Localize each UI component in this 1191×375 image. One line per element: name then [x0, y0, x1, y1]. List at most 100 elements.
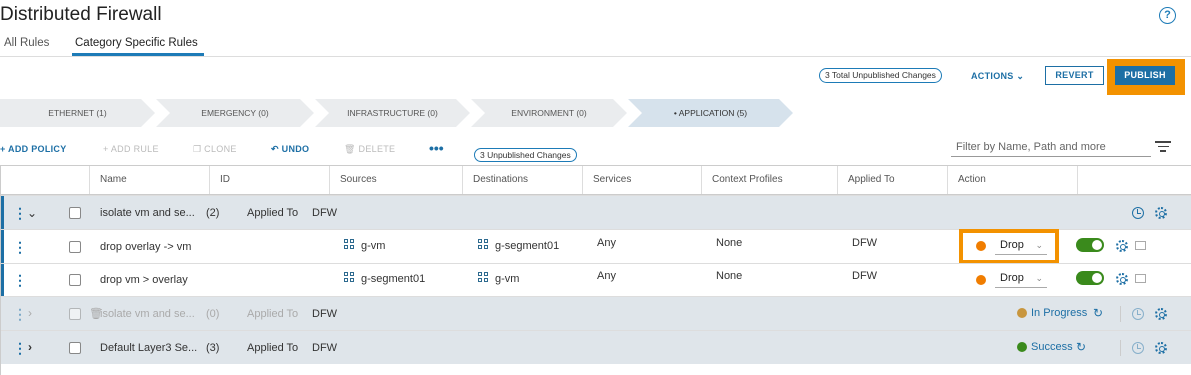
action-value: Drop [1000, 239, 1024, 251]
category-emergency[interactable]: EMERGENCY (0) [156, 99, 314, 127]
add-policy-label: ADD POLICY [8, 144, 67, 154]
context-profile-value: None [716, 237, 743, 249]
drop-status-dot [976, 275, 986, 285]
status-dot [1017, 308, 1027, 318]
group-icon [478, 239, 489, 250]
policy-rule-count: (3) [206, 342, 220, 354]
drag-handle-icon[interactable]: ⋮ [13, 340, 27, 357]
applied-to-value: DFW [852, 237, 878, 249]
category-ethernet[interactable]: ETHERNET (1) [0, 99, 155, 127]
applied-to-label: Applied To [247, 207, 299, 219]
destination-name: g-segment01 [495, 240, 560, 252]
filter-input[interactable] [951, 137, 1151, 157]
rule-name: drop overlay -> vm [100, 241, 192, 253]
row-accent [1, 230, 4, 263]
applied-to-value: DFW [312, 207, 338, 219]
add-rule-button[interactable]: + ADD RULE [103, 144, 159, 154]
add-policy-button[interactable]: + ADD POLICY [0, 144, 67, 154]
row-checkbox[interactable] [69, 342, 81, 354]
category-infrastructure[interactable]: INFRASTRUCTURE (0) [315, 99, 470, 127]
column-header-services[interactable]: Services [582, 166, 701, 194]
rule-enabled-toggle[interactable] [1076, 271, 1104, 285]
stats-icon[interactable] [1135, 274, 1146, 283]
status-text[interactable]: Success [1031, 341, 1073, 353]
row-checkbox[interactable] [69, 207, 81, 219]
undo-icon: ↶ [271, 144, 282, 154]
category-bar: ETHERNET (1) EMERGENCY (0) INFRASTRUCTUR… [0, 99, 800, 127]
row-accent [1, 196, 4, 229]
action-select[interactable]: Drop ⌄ [995, 237, 1047, 255]
rule-row[interactable]: ⋮ drop overlay -> vm g-vm g-segment01 An… [1, 229, 1191, 264]
drag-handle-icon[interactable]: ⋮ [13, 239, 27, 256]
chevron-down-icon: ⌄ [1035, 240, 1043, 250]
category-environment[interactable]: ENVIRONMENT (0) [471, 99, 627, 127]
actions-menu[interactable]: ACTIONS ⌄ [971, 71, 1024, 82]
action-select[interactable]: Drop ⌄ [995, 270, 1047, 288]
chevron-right-icon[interactable]: › [28, 340, 32, 354]
history-icon[interactable] [1132, 342, 1144, 354]
total-unpublished-badge: 3 Total Unpublished Changes [819, 68, 942, 83]
actions-label: ACTIONS [971, 71, 1014, 81]
service-value: Any [597, 237, 616, 249]
clone-button[interactable]: ❐ CLONE [193, 144, 237, 155]
tab-category-specific-rules[interactable]: Category Specific Rules [75, 37, 198, 49]
refresh-icon[interactable]: ↻ [1093, 306, 1103, 320]
policy-row[interactable]: ⋮ ⌄ isolate vm and se... (2) Applied To … [1, 195, 1191, 229]
applied-to-label: Applied To [247, 308, 299, 320]
policy-row[interactable]: ⋮ › 🗑 isolate vm and se... (0) Applied T… [1, 296, 1191, 330]
column-header-name[interactable]: Name [89, 166, 209, 194]
rule-enabled-toggle[interactable] [1076, 238, 1104, 252]
column-header-applied-to[interactable]: Applied To [837, 166, 947, 194]
group-icon [344, 239, 355, 250]
chevron-right-icon[interactable]: › [28, 306, 32, 320]
column-header-action[interactable]: Action [947, 166, 1077, 194]
column-header-sources[interactable]: Sources [329, 166, 462, 194]
column-header-context-profiles[interactable]: Context Profiles [701, 166, 837, 194]
history-icon[interactable] [1132, 308, 1144, 320]
drag-handle-icon[interactable]: ⋮ [13, 272, 27, 289]
undo-button[interactable]: ↶ UNDO [271, 144, 309, 155]
gear-icon[interactable] [1116, 273, 1128, 285]
chevron-down-icon[interactable]: ⌄ [27, 206, 37, 220]
plus-icon: + [103, 144, 111, 154]
destination-group[interactable]: g-vm [478, 272, 519, 285]
context-profile-value: None [716, 270, 743, 282]
source-group[interactable]: g-segment01 [344, 272, 425, 285]
divider [1120, 306, 1121, 322]
rule-row[interactable]: ⋮ drop vm > overlay g-segment01 g-vm Any… [1, 263, 1191, 296]
row-checkbox[interactable] [69, 241, 81, 253]
publish-button[interactable]: PUBLISH [1115, 66, 1175, 85]
policy-name: isolate vm and se... [100, 207, 195, 219]
category-application[interactable]: • APPLICATION (5) [628, 99, 793, 127]
row-accent [1, 264, 4, 296]
refresh-icon[interactable]: ↻ [1076, 340, 1086, 354]
stats-icon[interactable] [1135, 241, 1146, 250]
gear-icon[interactable] [1116, 240, 1128, 252]
history-icon[interactable] [1132, 207, 1144, 219]
gear-icon[interactable] [1155, 342, 1167, 354]
drop-status-dot [976, 241, 986, 251]
gear-icon[interactable] [1155, 308, 1167, 320]
gear-icon[interactable] [1155, 207, 1167, 219]
unpublished-badge: 3 Unpublished Changes [474, 148, 577, 162]
delete-button[interactable]: 🗑 DELETE [344, 144, 395, 155]
policy-row[interactable]: ⋮ › Default Layer3 Se... (3) Applied To … [1, 330, 1191, 364]
drag-handle-icon[interactable]: ⋮ [13, 306, 27, 323]
policy-name: Default Layer3 Se... [100, 342, 198, 354]
chevron-down-icon: ⌄ [1035, 273, 1043, 283]
clone-label: CLONE [204, 144, 237, 154]
column-header-id[interactable]: ID [209, 166, 329, 194]
plus-icon: + [0, 144, 9, 154]
status-text[interactable]: In Progress [1031, 307, 1087, 319]
more-actions-icon[interactable]: ••• [429, 140, 444, 156]
destination-group[interactable]: g-segment01 [478, 239, 559, 252]
source-group[interactable]: g-vm [344, 239, 385, 252]
drag-handle-icon[interactable]: ⋮ [13, 205, 27, 222]
help-icon[interactable]: ? [1159, 7, 1176, 24]
tab-all-rules[interactable]: All Rules [4, 37, 49, 49]
column-header-destinations[interactable]: Destinations [462, 166, 582, 194]
row-checkbox[interactable] [69, 274, 81, 286]
filter-icon[interactable] [1155, 141, 1171, 155]
row-checkbox[interactable] [69, 308, 81, 320]
revert-button[interactable]: REVERT [1045, 66, 1104, 85]
